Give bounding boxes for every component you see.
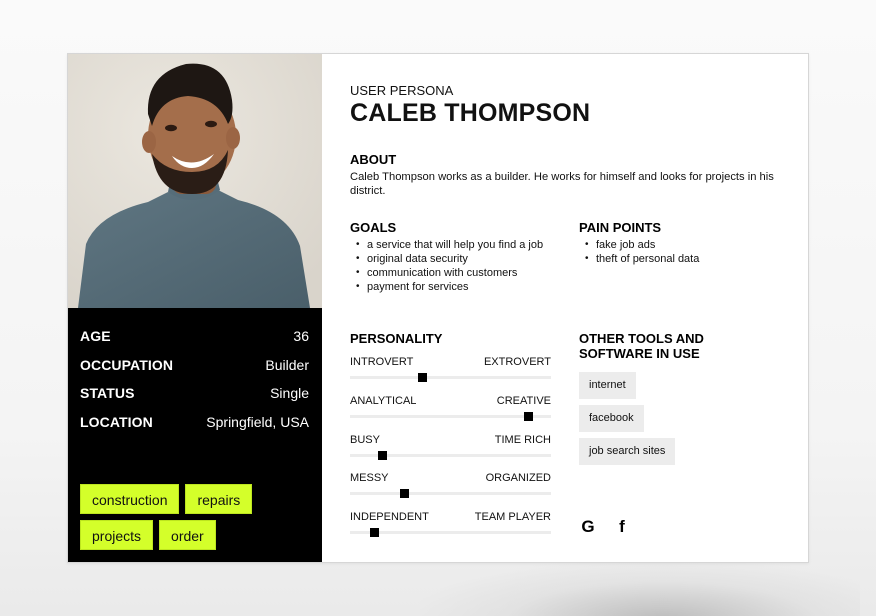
tool-chip-internet[interactable]: internet [579, 372, 636, 399]
goal-item: communication with customers [350, 266, 555, 280]
fact-value: Single [270, 385, 309, 402]
trait-right-label: TIME RICH [494, 433, 551, 446]
trait-slider-analytical-creative[interactable]: ANALYTICAL CREATIVE [350, 385, 551, 424]
tag-repairs[interactable]: repairs [185, 484, 253, 514]
trait-left-label: INTROVERT [350, 356, 414, 368]
pain-points-list: fake job ads theft of personal data [579, 238, 779, 266]
pain-points-section: PAIN POINTS fake job ads theft of person… [579, 220, 779, 266]
slider-track[interactable] [350, 414, 551, 418]
trait-right-label: CREATIVE [496, 394, 551, 407]
slider-knob[interactable] [417, 373, 427, 382]
profile-photo [68, 54, 322, 308]
background-shadow [420, 560, 860, 616]
persona-details: USER PERSONA CALEB THOMPSON ABOUT Caleb … [350, 54, 808, 562]
tools-section: OTHER TOOLS AND SOFTWARE IN USE internet… [579, 331, 779, 465]
goal-item: a service that will help you find a job [350, 238, 555, 252]
trait-slider-busy-time-rich[interactable]: BUSY TIME RICH [350, 424, 551, 463]
fact-value: Builder [265, 356, 309, 373]
goal-item: payment for services [350, 280, 555, 294]
goals-heading: GOALS [350, 220, 397, 235]
trait-right-label: ORGANIZED [485, 472, 551, 485]
tag-projects[interactable]: projects [80, 520, 154, 550]
persona-name: CALEB THOMPSON [350, 99, 591, 127]
trait-slider-independent-team-player[interactable]: INDEPENDENT TEAM PLAYER [350, 501, 551, 540]
fact-value: 36 [293, 328, 309, 345]
persona-eyebrow: USER PERSONA [350, 83, 454, 98]
tool-chip-facebook[interactable]: facebook [579, 405, 644, 432]
slider-track[interactable] [350, 376, 551, 379]
tag-construction[interactable]: construction [80, 484, 180, 514]
profile-panel: AGE 36 OCCUPATION Builder STATUS Single … [68, 54, 322, 562]
tag-order[interactable]: order [159, 520, 216, 550]
goals-section: GOALS a service that will help you find … [350, 220, 555, 294]
trait-left-label: MESSY [350, 472, 389, 485]
tools-heading: OTHER TOOLS AND SOFTWARE IN USE [579, 331, 704, 361]
goal-item: original data security [350, 252, 555, 266]
trait-slider-messy-organized[interactable]: MESSY ORGANIZED [350, 462, 551, 501]
fact-age: AGE 36 [80, 322, 309, 351]
slider-track[interactable] [350, 492, 551, 496]
pain-point-item: fake job ads [579, 238, 779, 252]
fact-value: Springfield, USA [206, 413, 309, 430]
pain-point-item: theft of personal data [579, 252, 779, 266]
fact-label: LOCATION [80, 413, 153, 430]
fact-label: OCCUPATION [80, 356, 174, 373]
tools-list: internet facebook job search sites [579, 372, 779, 465]
fact-occupation: OCCUPATION Builder [80, 351, 309, 380]
trait-right-label: TEAM PLAYER [474, 511, 551, 524]
social-icons: G f [579, 517, 631, 537]
trait-right-label: EXTROVERT [483, 356, 551, 368]
portrait-illustration [68, 54, 322, 308]
profile-facts: AGE 36 OCCUPATION Builder STATUS Single … [80, 322, 309, 436]
trait-slider-introvert-extrovert[interactable]: INTROVERT EXTROVERT [350, 346, 551, 385]
about-text: Caleb Thompson works as a builder. He wo… [350, 171, 774, 197]
personality-section: PERSONALITY INTROVERT EXTROVERT ANALYTICA… [350, 331, 551, 540]
slider-track[interactable] [350, 531, 551, 535]
fact-location: LOCATION Springfield, USA [80, 408, 309, 437]
pain-points-heading: PAIN POINTS [579, 220, 662, 235]
about-heading: ABOUT [350, 152, 397, 167]
fact-status: STATUS Single [80, 379, 309, 408]
trait-left-label: INDEPENDENT [350, 511, 429, 524]
fact-label: STATUS [80, 385, 135, 402]
personality-heading: PERSONALITY [350, 331, 443, 346]
slider-knob[interactable] [369, 528, 379, 538]
goals-list: a service that will help you find a job … [350, 238, 555, 294]
facebook-icon[interactable]: f [613, 517, 631, 537]
persona-card: AGE 36 OCCUPATION Builder STATUS Single … [67, 53, 809, 563]
slider-knob[interactable] [524, 411, 534, 421]
slider-knob[interactable] [399, 489, 409, 499]
tool-chip-job-search-sites[interactable]: job search sites [579, 438, 676, 465]
fact-label: AGE [80, 328, 111, 345]
slider-knob[interactable] [377, 450, 387, 460]
trait-left-label: BUSY [350, 433, 380, 446]
tag-list: construction repairs projects order [80, 484, 312, 550]
trait-left-label: ANALYTICAL [350, 394, 417, 407]
google-icon[interactable]: G [579, 517, 597, 537]
